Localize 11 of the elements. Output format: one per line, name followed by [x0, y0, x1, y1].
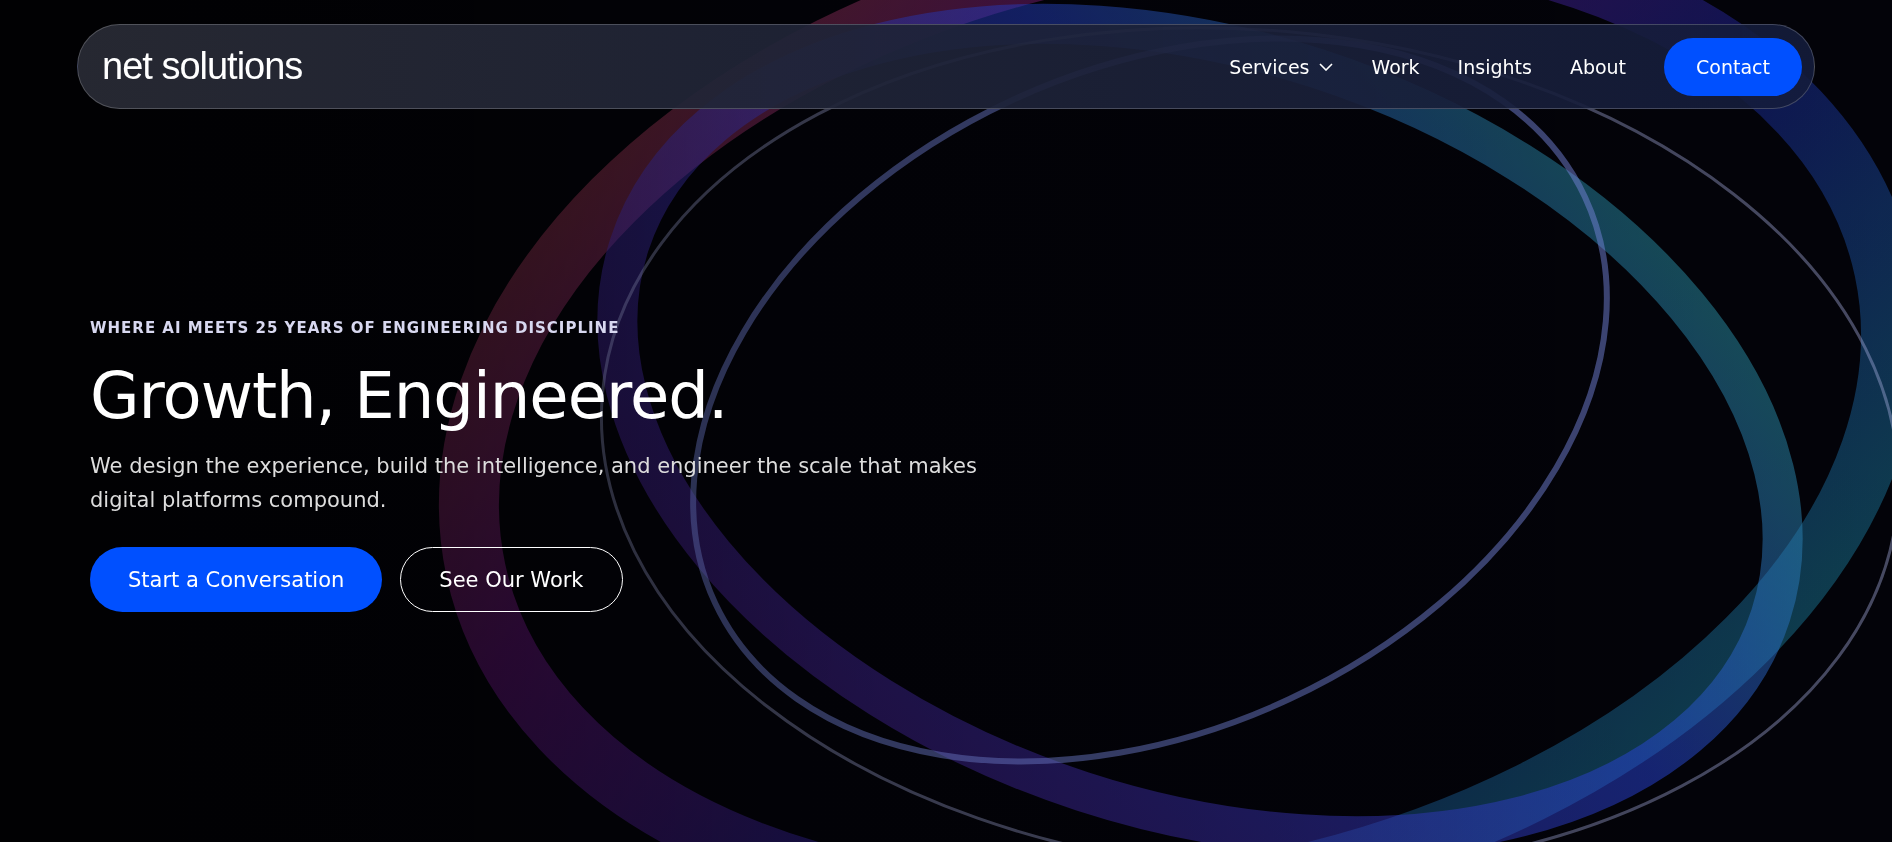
nav-link[interactable]: Work — [1371, 55, 1420, 78]
nav-link[interactable]: Insights — [1457, 55, 1532, 78]
hero-heading: Growth, Engineered. — [90, 359, 729, 433]
nav-link[interactable]: About — [1569, 55, 1627, 78]
eyebrow-text: WHERE AI MEETS 25 YEARS OF ENGINEERING DISCIPLINE — [90, 319, 621, 337]
hero-description: We design the experience, build the intelligence, and engineer the scale that makes digital platforms compound. — [90, 453, 978, 514]
logo[interactable]: net solutions — [102, 45, 303, 88]
chevron-down-icon — [1319, 62, 1334, 71]
nav-link[interactable]: Services — [1229, 55, 1334, 78]
hero-button[interactable]: Start a Conversation — [90, 547, 383, 612]
contact-button[interactable]: Contact — [1664, 37, 1802, 96]
